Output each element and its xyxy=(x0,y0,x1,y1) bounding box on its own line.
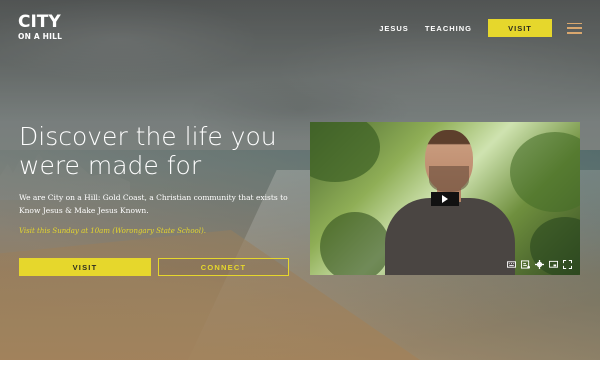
foliage xyxy=(310,122,380,182)
hamburger-menu-icon[interactable] xyxy=(567,22,582,34)
cast-icon[interactable] xyxy=(549,260,558,269)
captions-icon[interactable] xyxy=(521,260,530,269)
settings-icon[interactable] xyxy=(535,260,544,269)
hero-description: We are City on a Hill: Gold Coast, a Chr… xyxy=(19,193,288,215)
hero-section: CITY ON A HILL JESUS TEACHING VISIT Disc… xyxy=(0,0,600,360)
nav-link-teaching[interactable]: TEACHING xyxy=(425,24,472,33)
page: CITY ON A HILL JESUS TEACHING VISIT Disc… xyxy=(0,0,600,375)
logo-line-2: ON A HILL xyxy=(18,32,63,41)
top-nav: JESUS TEACHING VISIT xyxy=(379,19,582,37)
page-bottom-strip xyxy=(0,360,600,375)
visit-button[interactable]: VISIT xyxy=(19,258,151,276)
connect-button[interactable]: CONNECT xyxy=(158,258,289,276)
nav-link-jesus[interactable]: JESUS xyxy=(379,24,409,33)
site-logo[interactable]: CITY ON A HILL xyxy=(18,14,62,41)
foliage xyxy=(510,132,580,212)
video-player[interactable] xyxy=(310,122,580,275)
keyboard-icon[interactable] xyxy=(507,260,516,269)
visit-time-note[interactable]: Visit this Sunday at 10am (Worongary Sta… xyxy=(19,227,206,235)
foliage xyxy=(320,212,390,275)
fullscreen-icon[interactable] xyxy=(563,260,572,269)
video-controls xyxy=(502,260,572,269)
hero-headline: Discover the life you were made for xyxy=(19,122,277,180)
play-icon[interactable] xyxy=(431,192,459,206)
logo-line-1: CITY xyxy=(18,12,61,32)
nav-visit-button[interactable]: VISIT xyxy=(488,19,552,37)
